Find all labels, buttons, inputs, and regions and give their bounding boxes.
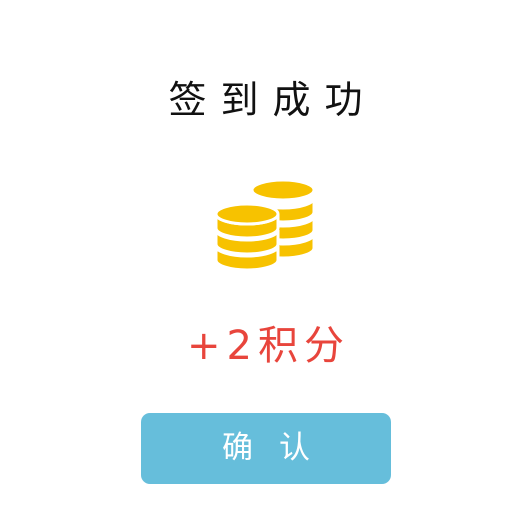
reward-points-text: +2积分 (187, 323, 350, 369)
coin-stack-icon (214, 178, 316, 272)
dialog-title: 签到成功 (168, 78, 377, 122)
confirm-button[interactable]: 确认 (141, 413, 391, 484)
sign-in-success-dialog: 签到成功 +2积分 确认 (0, 0, 531, 530)
